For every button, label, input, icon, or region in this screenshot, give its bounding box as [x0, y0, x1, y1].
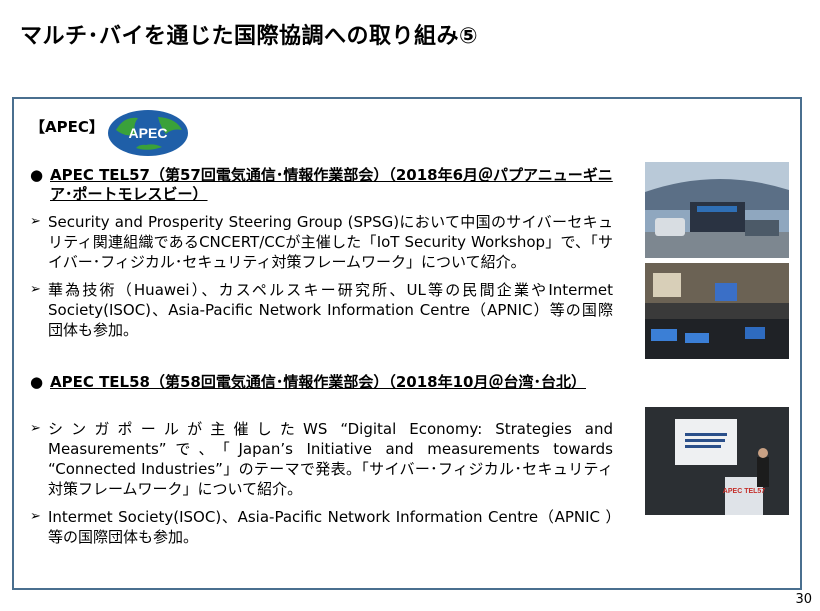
meeting1-heading-text: APEC TEL57（第57回電気通信･情報作業部会）（2018年6月＠パプアニ…: [50, 166, 613, 203]
meeting1-item-2: ➢ 華為技術（Huawei）、カスペルスキー研究所、UL等の民間企業やInter…: [30, 280, 613, 340]
slide-title: マルチ･バイを通じた国際協調への取り組み⑤: [20, 24, 479, 49]
arrow-icon: ➢: [30, 282, 41, 297]
apec-logo-text: APEC: [129, 125, 168, 141]
meeting2-item-1-text: シンガポールが主催したWS “Digital Economy: Strategi…: [48, 420, 613, 498]
bullet-icon: ●: [30, 166, 44, 184]
meeting2-item-1: ➢ シンガポールが主催したWS “Digital Economy: Strate…: [30, 419, 613, 499]
page-number: 30: [795, 592, 812, 607]
section-label: 【APEC】: [30, 118, 104, 136]
venue-exterior-photo: [645, 162, 789, 258]
arrow-icon: ➢: [30, 509, 41, 524]
apec-logo: APEC: [108, 110, 188, 156]
meeting1-item-2-text: 華為技術（Huawei）、カスペルスキー研究所、UL等の民間企業やInterme…: [48, 281, 613, 339]
meeting2-item-2-text: Intermet Society(ISOC)、Asia-Pacific Netw…: [48, 508, 613, 546]
arrow-icon: ➢: [30, 214, 41, 229]
meeting2-heading: ● APEC TEL58（第58回電気通信･情報作業部会）（2018年10月＠台…: [30, 373, 615, 392]
meeting1-heading: ● APEC TEL57（第57回電気通信･情報作業部会）（2018年6月＠パプ…: [30, 166, 615, 204]
meeting2-item-2: ➢ Intermet Society(ISOC)、Asia-Pacific Ne…: [30, 507, 613, 547]
meeting2-heading-text: APEC TEL58（第58回電気通信･情報作業部会）（2018年10月＠台湾･…: [50, 373, 586, 391]
presentation-photo: APEC TEL57: [645, 407, 789, 515]
meeting1-item-1: ➢ Security and Prosperity Steering Group…: [30, 212, 613, 272]
meeting1-item-1-text: Security and Prosperity Steering Group (…: [48, 213, 613, 271]
bullet-icon: ●: [30, 373, 44, 391]
arrow-icon: ➢: [30, 421, 41, 436]
meeting-room-photo: [645, 263, 789, 359]
podium-sign-text: APEC TEL57: [723, 488, 766, 495]
